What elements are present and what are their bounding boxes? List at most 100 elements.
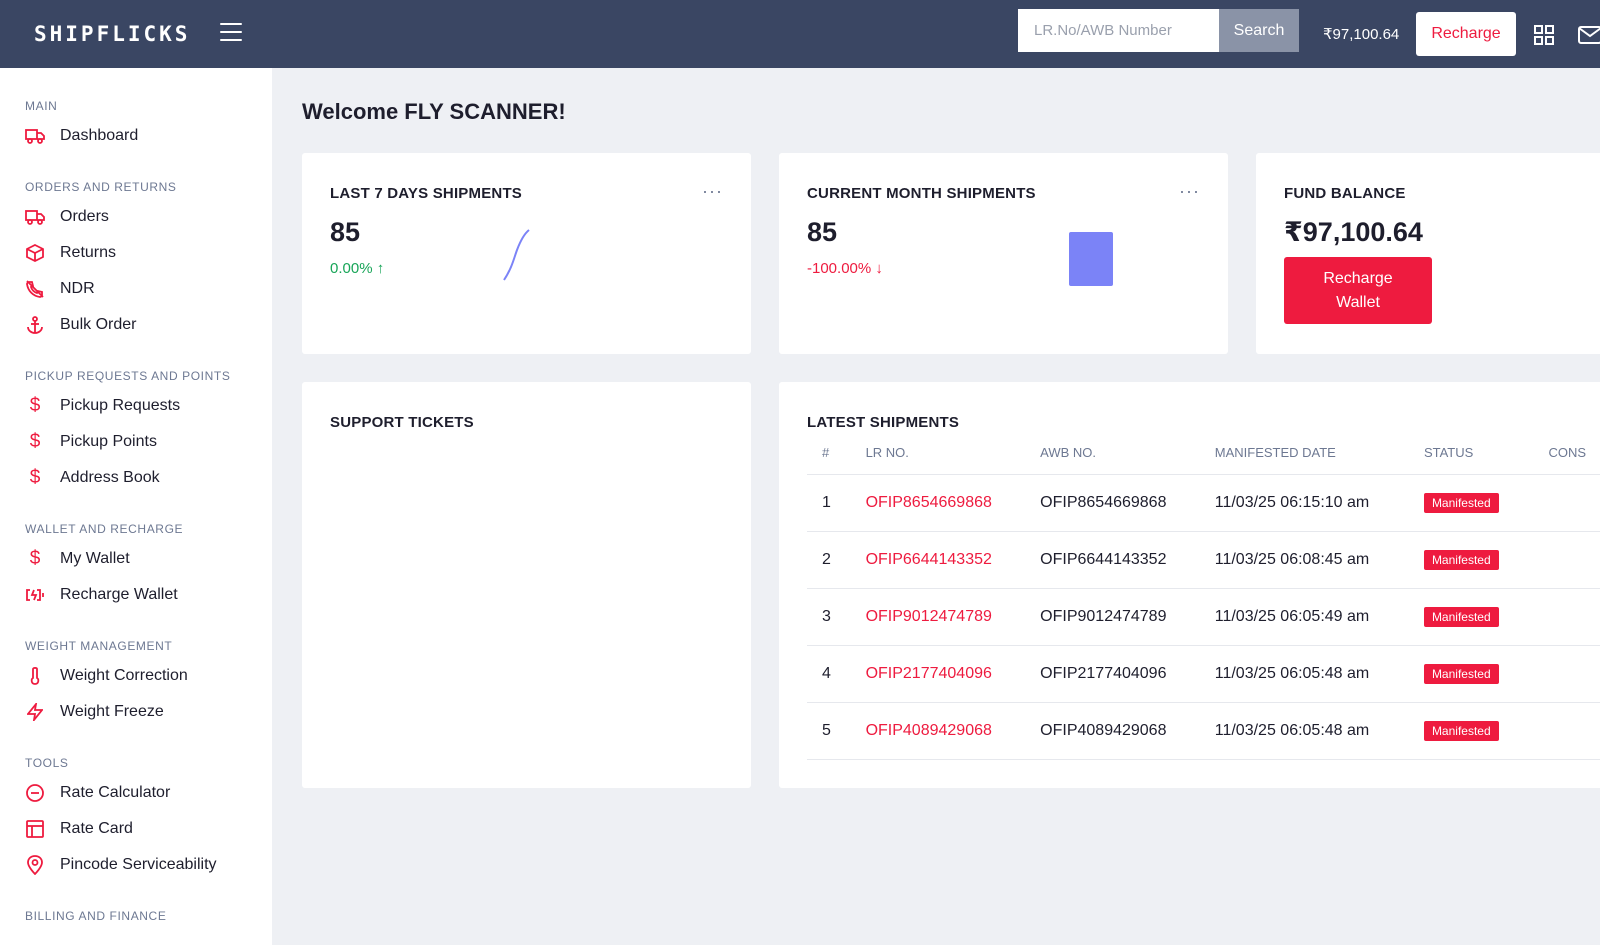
sidebar-item-bulk-order[interactable]: Bulk Order [25,311,265,339]
sidebar-item-label: Orders [60,208,109,225]
sidebar-item-label: Returns [60,244,117,261]
wallet-balance: ₹97,100.64 [1323,26,1400,43]
awb-number: OFIP6644143352 [1040,531,1215,589]
map-pin-icon [25,855,45,875]
thermometer-icon [25,666,45,686]
sidebar-item-weight-freeze[interactable]: Weight Freeze [25,698,265,726]
section-title-weight: WEIGHT MANAGEMENT [25,639,173,653]
recharge-wallet-button[interactable]: Recharge Wallet [1284,257,1432,324]
logo[interactable]: SHIPFLICKS [34,22,190,46]
manifested-date: 11/03/25 06:05:49 am [1214,588,1424,646]
top-bar: SHIPFLICKS Search ₹97,100.64 Recharge [0,0,1600,68]
more-options-icon[interactable]: ··· [1179,181,1200,202]
sidebar-item-pincode-serviceability[interactable]: Pincode Serviceability [25,851,265,879]
zap-icon [25,702,45,722]
dollar-icon: $ [29,467,41,488]
status-badge: Manifested [1423,720,1499,741]
sidebar-item-ndr[interactable]: NDR [25,275,265,303]
row-number: 1 [807,474,866,532]
table-row: 1 OFIP8654669868 OFIP8654669868 11/03/25… [807,474,1600,532]
awb-number: OFIP4089429068 [1040,702,1215,760]
anchor-icon [25,315,45,335]
table-row: 3 OFIP9012474789 OFIP9012474789 11/03/25… [807,588,1600,646]
sidebar-item-rate-card[interactable]: Rate Card [25,815,265,843]
sidebar-item-orders[interactable]: Orders [25,203,265,231]
manifested-date: 11/03/25 06:15:10 am [1214,474,1424,532]
table-row: 5 OFIP4089429068 OFIP4089429068 11/03/25… [807,702,1600,760]
fund-balance-card: FUND BALANCE ₹97,100.64 Recharge Wallet [1256,153,1600,354]
truck-icon [25,207,45,227]
card-title: CURRENT MONTH SHIPMENTS [807,185,1036,202]
awb-number: OFIP8654669868 [1040,474,1215,532]
support-tickets-card: SUPPORT TICKETS [302,382,751,788]
lr-number-link[interactable]: OFIP2177404096 [866,665,992,682]
shipments-table: # LR NO. AWB NO. MANIFESTED DATE STATUS … [807,432,1600,760]
sidebar-item-label: Rate Calculator [60,784,171,801]
row-number: 2 [807,531,866,589]
sidebar-item-label: Pickup Points [60,433,157,450]
sidebar-item-address-book[interactable]: $ Address Book [25,464,265,492]
grid-icon[interactable] [1534,25,1554,45]
sidebar-item-label: Weight Freeze [60,703,164,720]
sidebar-item-pickup-requests[interactable]: $ Pickup Requests [25,392,265,420]
column-header[interactable]: AWB NO. [1040,432,1215,475]
menu-toggle-icon[interactable] [220,23,242,43]
sidebar-item-label: Bulk Order [60,316,137,333]
dollar-icon: $ [29,548,41,569]
sidebar-item-pickup-points[interactable]: $ Pickup Points [25,428,265,456]
card-title: SUPPORT TICKETS [330,414,474,431]
sidebar-item-my-wallet[interactable]: $ My Wallet [25,545,265,573]
row-number: 4 [807,645,866,703]
recharge-button[interactable]: Recharge [1416,12,1516,56]
current-month-change: -100.00% ↓ [807,260,883,277]
sidebar-item-returns[interactable]: Returns [25,239,265,267]
table-header-row: # LR NO. AWB NO. MANIFESTED DATE STATUS … [807,432,1600,475]
sidebar-item-weight-correction[interactable]: Weight Correction [25,662,265,690]
lr-number-link[interactable]: OFIP4089429068 [866,722,992,739]
sidebar-item-recharge-wallet[interactable]: Recharge Wallet [25,581,265,609]
column-header[interactable]: MANIFESTED DATE [1214,432,1424,475]
sidebar: MAIN Dashboard ORDERS AND RETURNS Orders… [0,68,272,945]
section-title-main: MAIN [25,99,58,113]
awb-number: OFIP9012474789 [1040,588,1215,646]
section-title-orders: ORDERS AND RETURNS [25,180,177,194]
awb-number: OFIP2177404096 [1040,645,1215,703]
sidebar-item-label: Rate Card [60,820,133,837]
fund-balance-value: ₹97,100.64 [1284,217,1423,247]
phone-off-icon [25,279,45,299]
status-badge: Manifested [1423,606,1499,627]
row-number: 5 [807,702,866,760]
lr-number-link[interactable]: OFIP8654669868 [866,494,992,511]
lr-number-link[interactable]: OFIP6644143352 [866,551,992,568]
column-header[interactable]: STATUS [1423,432,1549,475]
sidebar-item-label: Pincode Serviceability [60,856,217,873]
sidebar-item-label: Dashboard [60,127,139,144]
last7-count: 85 [330,217,361,247]
table-row: 4 OFIP2177404096 OFIP2177404096 11/03/25… [807,645,1600,703]
last7-shipments-card: LAST 7 DAYS SHIPMENTS ··· 85 0.00% ↑ [302,153,751,354]
sidebar-item-dashboard[interactable]: Dashboard [25,122,265,150]
sidebar-item-rate-calculator[interactable]: Rate Calculator [25,779,265,807]
section-title-wallet: WALLET AND RECHARGE [25,522,184,536]
lr-number-link[interactable]: OFIP9012474789 [866,608,992,625]
table-icon [25,819,45,839]
card-title: LATEST SHIPMENTS [807,414,960,431]
sidebar-item-label: Address Book [60,469,160,486]
dollar-icon: $ [29,395,41,416]
latest-shipments-card: LATEST SHIPMENTS # LR NO. AWB NO. MANIFE… [779,382,1600,788]
sidebar-item-label: My Wallet [60,550,130,567]
column-header[interactable]: CONS [1548,432,1600,475]
column-header: # [807,432,866,475]
search-input[interactable] [1018,9,1219,52]
mail-icon[interactable] [1578,26,1600,44]
manifested-date: 11/03/25 06:05:48 am [1214,645,1424,703]
status-badge: Manifested [1423,492,1499,513]
more-options-icon[interactable]: ··· [702,181,723,202]
search-button[interactable]: Search [1219,9,1299,52]
box-icon [25,243,45,263]
sidebar-item-label: Weight Correction [60,667,188,684]
column-header[interactable]: LR NO. [865,432,1041,475]
battery-charging-icon [25,585,45,605]
table-row: 2 OFIP6644143352 OFIP6644143352 11/03/25… [807,531,1600,589]
sidebar-item-label: NDR [60,280,95,297]
